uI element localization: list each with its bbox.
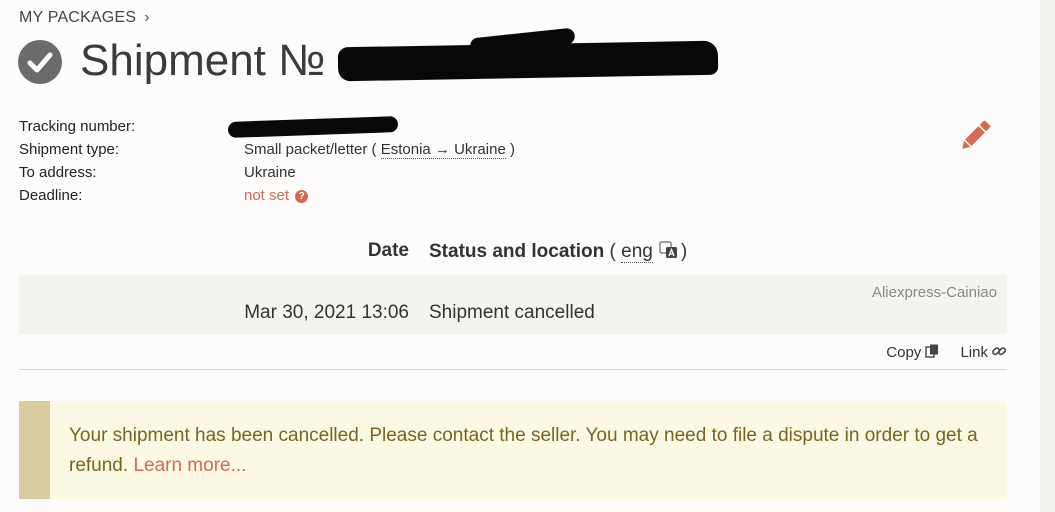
translate-icon[interactable] <box>659 240 679 266</box>
link-label: Link <box>960 344 988 361</box>
chevron-right-icon: › <box>144 9 150 26</box>
question-icon[interactable]: ? <box>295 190 309 203</box>
copy-label: Copy <box>886 344 922 361</box>
event-date: Mar 30, 2021 13:06 <box>244 302 409 323</box>
shipment-type-value: Small packet/letter ( Estonia → Ukraine … <box>244 141 515 159</box>
pencil-icon[interactable] <box>956 117 994 155</box>
alert-accent-bar <box>19 401 50 499</box>
page-title: Shipment № <box>80 36 326 85</box>
table-row: Aliexpress-Cainiao Mar 30, 2021 13:06 Sh… <box>19 275 1007 334</box>
divider <box>19 369 1007 370</box>
shipment-type-text: Small packet/letter <box>244 141 368 158</box>
event-status: Shipment cancelled <box>429 302 595 323</box>
deadline-label: Deadline: <box>19 187 83 204</box>
deadline-text[interactable]: not set <box>244 187 289 204</box>
tracking-label: Tracking number: <box>19 118 136 135</box>
link-button[interactable]: Link <box>960 344 1007 361</box>
column-header-status-label: Status and location <box>429 241 605 262</box>
alert-message: Your shipment has been cancelled. Please… <box>69 421 989 481</box>
to-address-value: Ukraine <box>244 164 296 181</box>
language-selector[interactable]: eng <box>621 241 653 263</box>
check-circle-icon <box>18 40 62 84</box>
redacted-tracking-number <box>227 116 399 138</box>
page-scrollbar-track[interactable] <box>1040 0 1055 512</box>
learn-more-link[interactable]: Learn more... <box>133 455 246 476</box>
carrier-name: Aliexpress-Cainiao <box>871 284 997 301</box>
copy-button[interactable]: Copy <box>886 344 940 361</box>
breadcrumb[interactable]: MY PACKAGES › <box>19 9 150 27</box>
link-icon <box>992 347 1006 356</box>
copy-icon <box>925 344 939 358</box>
deadline-value[interactable]: not set ? <box>244 187 309 204</box>
shipment-type-label: Shipment type: <box>19 141 120 158</box>
column-header-date: Date <box>367 240 409 261</box>
cancellation-alert: Your shipment has been cancelled. Please… <box>19 401 1007 499</box>
to-address-label: To address: <box>19 164 97 181</box>
row-actions: Copy Link <box>870 343 1007 361</box>
route-link[interactable]: Estonia → Ukraine <box>380 141 506 159</box>
column-header-status: Status and location ( eng) <box>429 240 687 266</box>
breadcrumb-my-packages[interactable]: MY PACKAGES <box>19 9 136 26</box>
